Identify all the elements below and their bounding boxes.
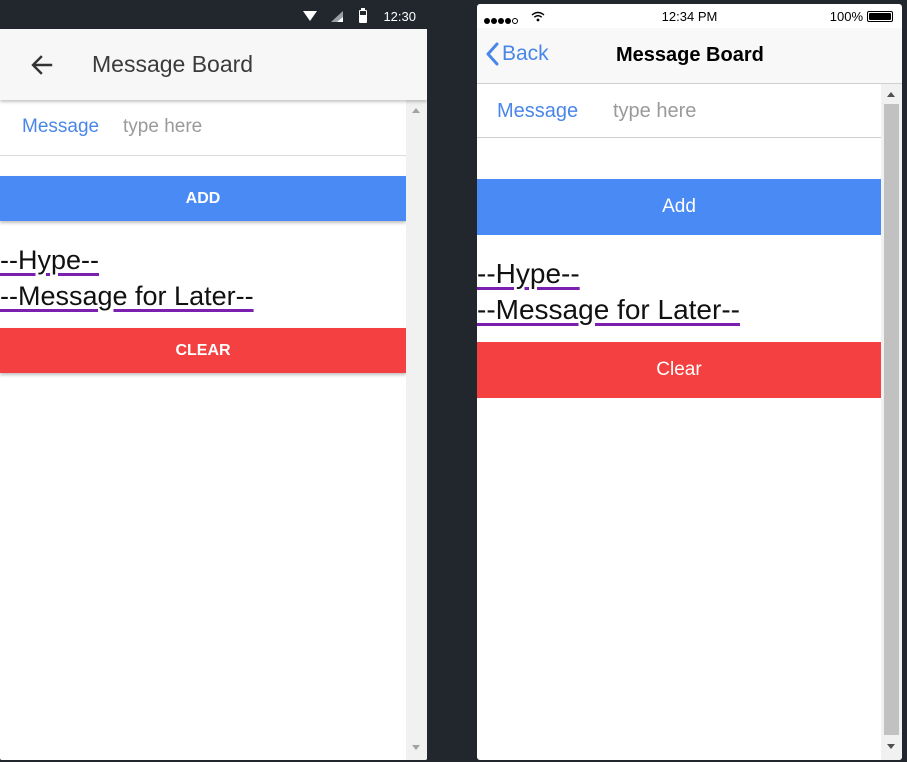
message-label: Message xyxy=(22,116,100,137)
scrollbar-thumb[interactable] xyxy=(884,104,899,735)
message-label: Message xyxy=(497,100,579,122)
clear-button[interactable]: Clear xyxy=(477,342,881,398)
message-link[interactable]: --Hype-- xyxy=(477,258,580,290)
scroll-up-icon[interactable] xyxy=(412,108,420,113)
page-title: Message Board xyxy=(92,51,254,77)
scroll-down-icon[interactable] xyxy=(412,745,420,750)
clear-button[interactable]: CLEAR xyxy=(0,328,406,373)
navigation-bar: Back Message Board xyxy=(477,28,902,84)
battery-percent: 100% xyxy=(829,9,863,24)
page-title: Message Board xyxy=(616,44,764,66)
chevron-left-icon xyxy=(486,42,499,66)
ios-content: Message Add --Hype-- --Message for Later… xyxy=(477,84,881,760)
battery-icon xyxy=(359,8,367,23)
android-device: 12:30 Message Board Message ADD --Hype--… xyxy=(0,0,427,760)
battery-icon xyxy=(867,11,893,22)
message-input[interactable] xyxy=(123,112,393,142)
message-link[interactable]: --Message for Later-- xyxy=(477,294,740,326)
message-link[interactable]: --Hype-- xyxy=(0,245,99,276)
android-content: Message ADD --Hype-- --Message for Later… xyxy=(0,100,406,760)
status-time: 12:30 xyxy=(383,9,416,24)
scroll-down-icon[interactable] xyxy=(887,744,895,749)
ios-device: 12:34 PM 100% Back Message Board Message… xyxy=(477,4,902,760)
add-button[interactable]: Add xyxy=(477,179,881,235)
message-input[interactable] xyxy=(613,96,868,126)
ios-status-bar: 12:34 PM 100% xyxy=(477,4,902,28)
wifi-icon xyxy=(303,11,317,21)
app-bar: Message Board xyxy=(0,29,427,100)
scroll-up-icon[interactable] xyxy=(887,92,895,97)
message-link[interactable]: --Message for Later-- xyxy=(0,281,254,312)
scrollbar[interactable] xyxy=(881,84,902,760)
android-status-bar: 12:30 xyxy=(0,0,427,29)
add-button[interactable]: ADD xyxy=(0,176,406,221)
scrollbar[interactable] xyxy=(406,100,427,760)
back-button[interactable]: Back xyxy=(485,42,549,66)
message-field-row: Message xyxy=(0,100,406,156)
back-label: Back xyxy=(502,42,549,65)
message-field-row: Message xyxy=(477,84,881,138)
back-arrow-icon[interactable] xyxy=(28,51,56,79)
